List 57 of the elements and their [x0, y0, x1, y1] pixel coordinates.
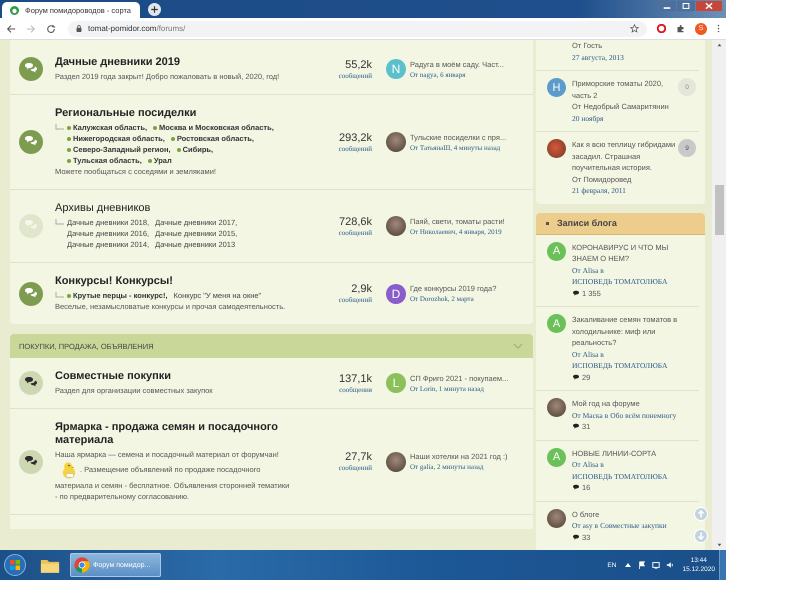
speaker-icon[interactable] [666, 561, 674, 569]
tree-branch-icon [55, 219, 64, 225]
new-tab-button[interactable] [148, 3, 161, 16]
minimize-button[interactable] [658, 0, 676, 12]
forum-title-link[interactable]: Региональные посиделки [55, 107, 300, 120]
chat-bubbles-icon [19, 214, 43, 238]
avatar-photo-placeholder[interactable] [547, 508, 566, 528]
tree-branch-icon [55, 124, 64, 130]
scrollbar[interactable] [712, 40, 726, 550]
comment-icon [572, 374, 580, 380]
forum-title-link[interactable]: Ярмарка - продажа семян и посадочного материала [55, 421, 300, 447]
scrollbar-thumb[interactable] [714, 185, 724, 235]
scroll-down-arrow-icon[interactable] [716, 543, 722, 547]
forum-title-link[interactable]: Дачные дневники 2019 [55, 56, 300, 69]
maximize-button[interactable] [677, 0, 695, 12]
ring-extension-icon[interactable] [657, 24, 666, 33]
comment-icon [572, 534, 580, 540]
comment-icon [572, 484, 580, 490]
comment-icon [572, 423, 580, 429]
post-count: 2,9k [351, 283, 372, 296]
scroll-up-arrow-icon[interactable] [716, 43, 722, 47]
avatar-photo-placeholder[interactable] [386, 452, 406, 472]
chat-bubbles-icon [19, 450, 43, 474]
section-title: Записи блога [557, 218, 617, 228]
browser-logo-icon [74, 557, 90, 573]
flag-icon[interactable] [638, 561, 646, 569]
close-window-button[interactable] [696, 0, 722, 12]
bookmark-star-icon[interactable] [630, 24, 639, 33]
chat-bubbles-icon [19, 282, 43, 306]
avatar-photo-placeholder[interactable] [386, 132, 406, 152]
address-field[interactable]: tomat-pomidor.com/forums/ [68, 20, 647, 36]
comment-icon [572, 290, 580, 296]
user-avatar[interactable]: D [386, 284, 406, 304]
back-button[interactable] [6, 24, 16, 34]
tree-branch-icon [55, 292, 64, 298]
forum-title-link[interactable]: Конкурсы! Конкурсы! [55, 275, 300, 288]
chick-smiley-icon [61, 461, 77, 479]
start-button[interactable] [4, 554, 26, 576]
post-count: 728,6k [338, 216, 372, 228]
menu-icon[interactable] [717, 24, 720, 33]
avatar-photo-placeholder[interactable] [547, 139, 566, 158]
avatar-photo-placeholder[interactable] [386, 216, 406, 236]
puzzle-extensions-icon[interactable] [676, 24, 685, 33]
post-count: 137,1k [338, 372, 372, 386]
chat-bubbles-icon [19, 57, 43, 81]
forum-title-link[interactable]: Архивы дневников [55, 202, 300, 215]
forum-title-link[interactable]: Совместные покупки [55, 370, 300, 383]
post-count: 293,2k [338, 132, 372, 144]
lock-icon [76, 25, 82, 32]
chat-bubbles-icon [19, 371, 43, 395]
post-count: 27,7k [345, 451, 372, 464]
avatar-photo-placeholder[interactable] [547, 398, 566, 417]
post-count: 55,2k [345, 58, 372, 72]
square-bullet-icon [546, 222, 549, 224]
reload-button[interactable] [46, 24, 56, 34]
tray-up-arrow-icon[interactable] [624, 561, 632, 569]
chat-bubbles-icon [19, 130, 43, 154]
